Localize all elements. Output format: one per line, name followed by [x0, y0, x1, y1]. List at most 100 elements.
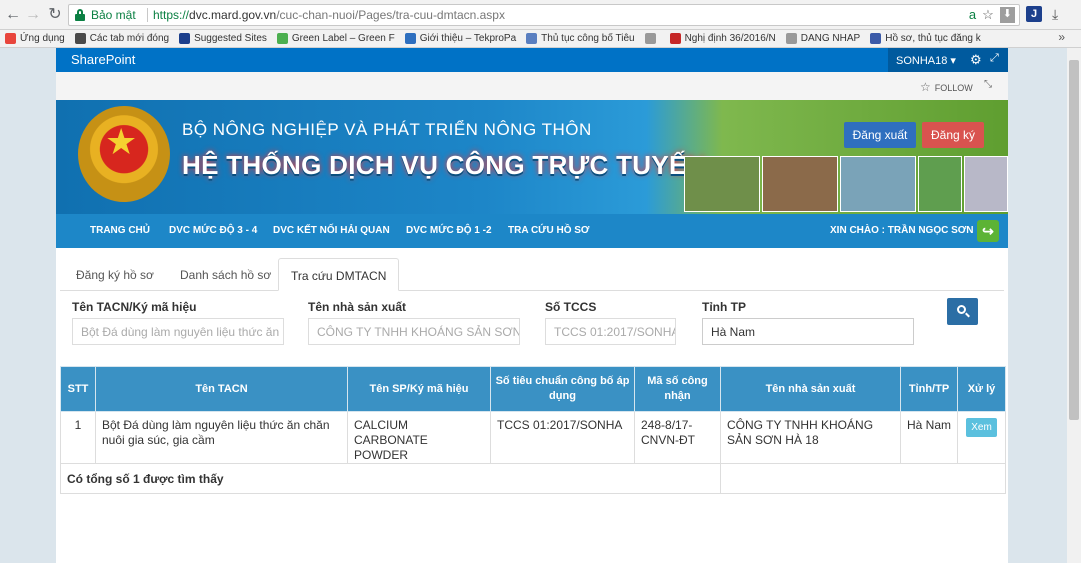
bookmark-favicon-icon [179, 33, 191, 44]
focus-icon[interactable]: ⤢ [990, 52, 999, 65]
translate-icon[interactable]: a [969, 7, 976, 23]
col-header-action: Xử lý [957, 366, 1006, 412]
bookmark-favicon-icon [669, 33, 681, 44]
address-bar[interactable]: Bảo mật https://dvc.mard.gov.vn/cuc-chan… [68, 4, 1020, 26]
bookmark-label: Green Label – Green F [291, 33, 395, 44]
product-name-input[interactable]: Bột Đá dùng làm nguyên liệu thức ăn [72, 318, 284, 345]
download-icon[interactable]: ⤓ [1052, 6, 1058, 22]
bookmark-favicon-icon [644, 33, 656, 44]
col-header-stt: STT [60, 366, 96, 412]
cell-manufacturer: CÔNG TY TNHH KHOÁNG SẢN SƠN HÀ 18 [720, 411, 901, 464]
extension-icon[interactable]: J [1026, 6, 1042, 22]
sharepoint-brand[interactable]: SharePoint [71, 52, 135, 67]
tab-register[interactable]: Đăng ký hồ sơ [64, 258, 166, 291]
tab-bar: Đăng ký hồ sơ Danh sách hồ sơ Tra cứu DM… [60, 258, 1004, 291]
bookmark-item[interactable]: Nghị định 36/2016/N [669, 33, 776, 44]
cell-province: Hà Nam [900, 411, 958, 464]
focus-content-icon[interactable]: ⤡ [984, 79, 992, 90]
bookmark-label: Ứng dụng [20, 33, 65, 44]
tccs-input[interactable]: TCCS 01:2017/SONHA [545, 318, 676, 345]
bookmark-favicon-icon [5, 33, 16, 44]
cell-action: Xem [957, 411, 1006, 464]
scrollbar[interactable] [1067, 48, 1081, 563]
bookmark-item[interactable]: Giới thiệu – TekproPa [404, 33, 516, 44]
product-name-label: Tên TACN/Ký mã hiệu [72, 300, 197, 314]
bookmark-star-icon[interactable]: ☆ [982, 7, 994, 23]
follow-button[interactable]: ☆ FOLLOW [920, 80, 973, 94]
url-path: /cuc-chan-nuoi/Pages/tra-cuu-dmtacn.aspx [276, 8, 505, 22]
col-header-product: Tên TACN [95, 366, 348, 412]
cell-stt: 1 [60, 411, 96, 464]
system-title: HỆ THỐNG DỊCH VỤ CÔNG TRỰC TUYẾN [182, 150, 706, 180]
bookmark-label: Các tab mới đóng [89, 33, 170, 44]
col-header-province: Tỉnh/TP [900, 366, 958, 412]
cell-product: Bột Đá dùng làm nguyên liệu thức ăn chăn… [95, 411, 348, 464]
bookmark-favicon-icon [785, 33, 797, 44]
province-input[interactable]: Hà Nam [702, 318, 914, 345]
search-button[interactable] [947, 298, 978, 325]
cell-standard: TCCS 01:2017/SONHA [490, 411, 635, 464]
register-button[interactable]: Đăng ký [922, 122, 984, 148]
user-name[interactable]: SONHA18 ▾ [896, 55, 956, 67]
browser-toolbar: ← → ↻ Bảo mật https://dvc.mard.gov.vn/cu… [0, 0, 1081, 30]
bookmark-item[interactable]: Suggested Sites [179, 33, 267, 44]
reload-icon[interactable]: ↻ [46, 6, 64, 24]
user-menu[interactable]: SONHA18 ▾ ⚙ ⤢ [888, 48, 1008, 72]
greeting: XIN CHÀO : TRẦN NGỌC SƠN [830, 225, 974, 236]
menu-item-dvc-3-4[interactable]: DVC MỨC ĐỘ 3 - 4 [169, 225, 257, 236]
national-emblem-logo: ★ [78, 106, 170, 202]
divider [147, 8, 148, 22]
menu-item-customs[interactable]: DVC KẾT NỐI HẢI QUAN [273, 225, 390, 236]
rice-photo [918, 156, 962, 212]
tccs-label: Số TCCS [545, 300, 597, 314]
emblem-star-icon: ★ [105, 121, 138, 162]
province-label: Tỉnh TP [702, 300, 746, 314]
bookmark-item[interactable]: Green Label – Green F [276, 33, 395, 44]
web-page: SharePoint SONHA18 ▾ ⚙ ⤢ ☆ FOLLOW ⤡ ★ BỘ … [56, 48, 1008, 563]
bookmark-favicon-icon [526, 33, 538, 44]
download-ext-icon[interactable]: ⬇ [999, 7, 1015, 23]
scrollbar-thumb[interactable] [1069, 60, 1079, 420]
table-row: 1 Bột Đá dùng làm nguyên liệu thức ăn ch… [60, 411, 1006, 464]
bookmark-item[interactable]: Thủ tục công bố Tiêu [526, 33, 635, 44]
results-table: STT Tên TACN Tên SP/Ký mã hiệu Số tiêu c… [60, 366, 1006, 494]
secure-label: Bảo mật [91, 8, 136, 22]
back-icon[interactable]: ← [4, 6, 22, 24]
follow-label: FOLLOW [934, 83, 973, 93]
bookmark-label: Suggested Sites [194, 33, 267, 44]
manufacturer-input[interactable]: CÔNG TY TNHH KHOÁNG SẢN SƠN I [308, 318, 520, 345]
url-text[interactable]: https://dvc.mard.gov.vn/cuc-chan-nuoi/Pa… [153, 8, 505, 22]
bookmark-item[interactable]: Ứng dụng [5, 33, 65, 44]
bookmark-item[interactable]: Các tab mới đóng [74, 33, 170, 44]
main-menu: TRANG CHỦ DVC MỨC ĐỘ 3 - 4 DVC KẾT NỐI H… [56, 214, 1008, 248]
tab-list[interactable]: Danh sách hồ sơ [168, 258, 283, 291]
bookmarks-overflow-icon[interactable]: » [1058, 30, 1065, 44]
bookmark-favicon-icon [276, 33, 288, 44]
cattle-photo [762, 156, 838, 212]
bookmark-favicon-icon [74, 33, 86, 44]
col-header-code: Tên SP/Ký mã hiệu [347, 366, 491, 412]
url-host: dvc.mard.gov.vn [189, 8, 277, 22]
gear-icon[interactable]: ⚙ [970, 52, 982, 68]
view-button[interactable]: Xem [966, 418, 997, 437]
bookmark-label: DANG NHAP [800, 33, 861, 44]
logout-button[interactable]: Đăng xuất [844, 122, 916, 148]
fishery-photo [840, 156, 916, 212]
forward-icon[interactable]: → [24, 6, 42, 24]
cell-cert: 248-8/17-CNVN-ĐT [634, 411, 721, 464]
bookmark-item[interactable] [644, 33, 660, 44]
menu-item-dvc-1-2[interactable]: DVC MỨC ĐỘ 1 -2 [406, 225, 492, 236]
menu-item-lookup[interactable]: TRA CỨU HỒ SƠ [508, 225, 589, 236]
menu-item-home[interactable]: TRANG CHỦ [90, 225, 150, 236]
tab-lookup[interactable]: Tra cứu DMTACN [278, 258, 400, 291]
col-header-standard: Số tiêu chuẩn công bố áp dụng [490, 366, 635, 412]
bookmark-item[interactable]: Hồ sơ, thủ tục đăng k [870, 33, 981, 44]
bookmark-label: Hồ sơ, thủ tục đăng k [885, 33, 981, 44]
sharepoint-bar: SharePoint SONHA18 ▾ ⚙ ⤢ [56, 48, 1008, 72]
bookmark-label: Thủ tục công bố Tiêu [541, 33, 635, 44]
exit-icon[interactable]: ↪ [977, 220, 999, 242]
bookmark-favicon-icon [404, 33, 416, 44]
bookmark-item[interactable]: DANG NHAP [785, 33, 861, 44]
lock-icon [75, 9, 85, 21]
url-protocol: https:// [153, 8, 190, 22]
